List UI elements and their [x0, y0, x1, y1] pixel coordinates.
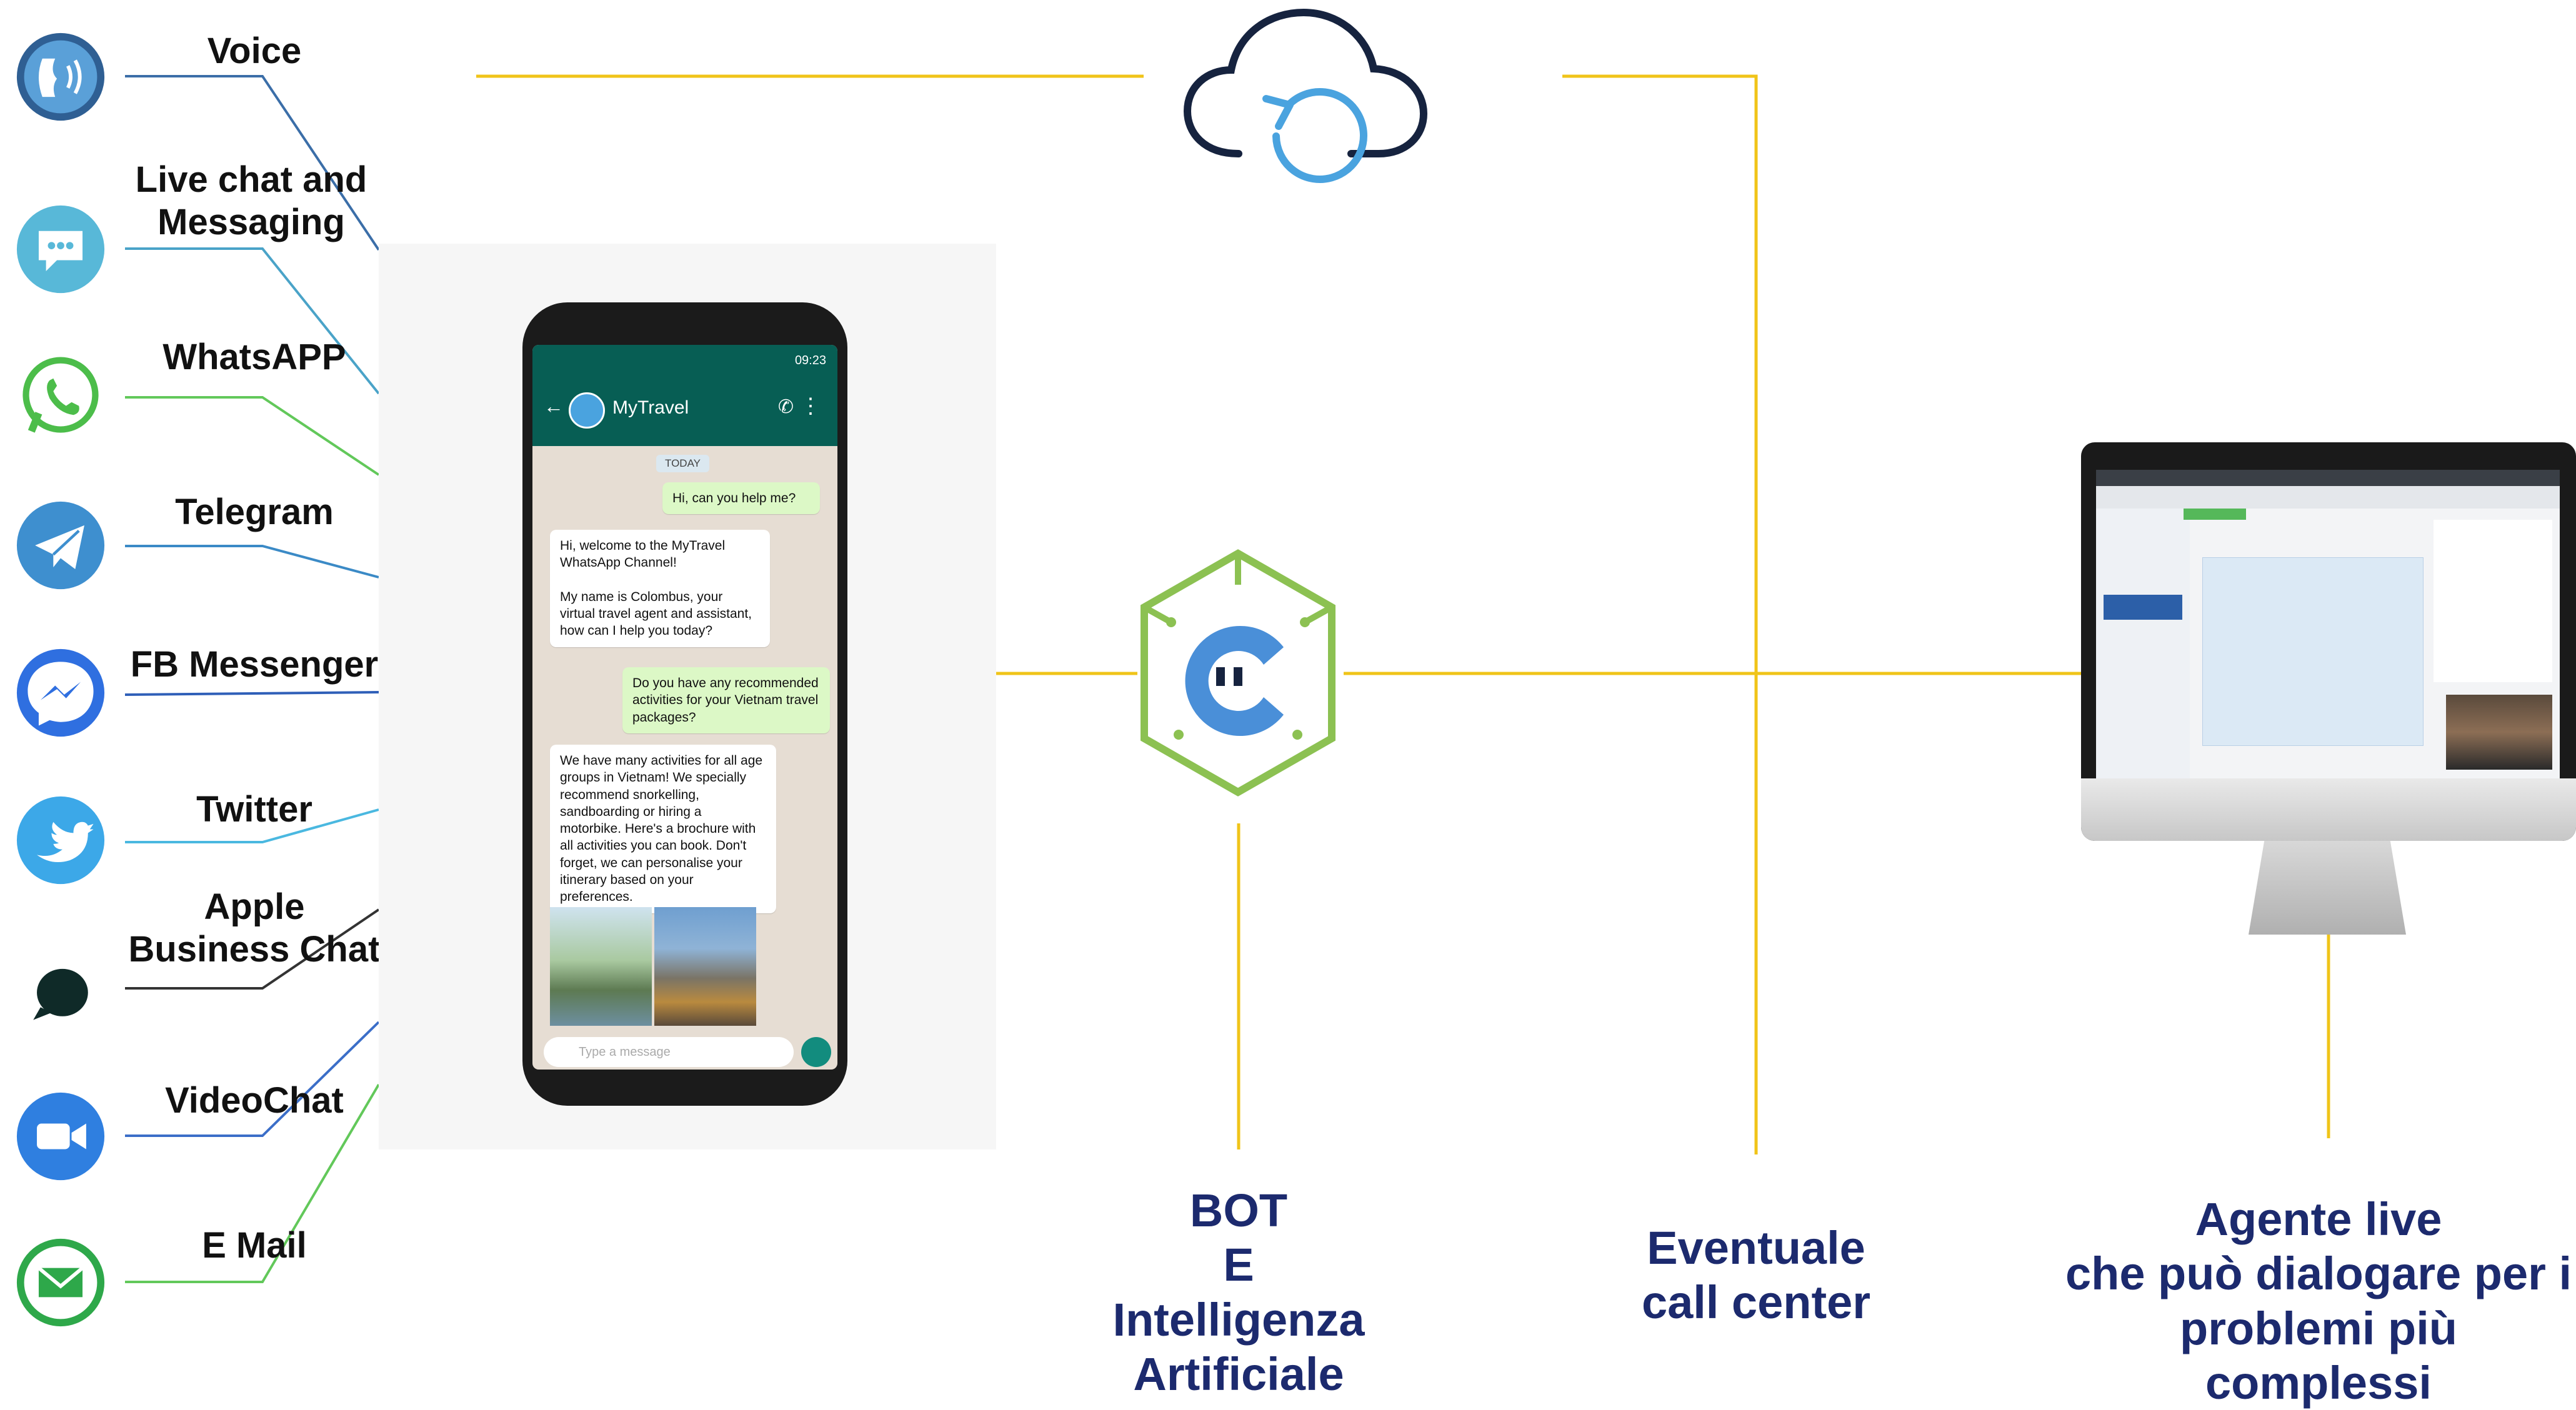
console-tabs — [2096, 486, 2560, 509]
video-call-window — [2446, 695, 2552, 770]
channel-label-whatsapp: WhatsAPP — [162, 337, 346, 377]
call-center-line2: call center — [1641, 1276, 1871, 1329]
status-bar-time: 09:23 — [794, 354, 826, 367]
customer-info-panel — [2434, 520, 2552, 682]
message-input[interactable]: Type a message — [544, 1037, 794, 1067]
email-icon — [16, 1238, 105, 1327]
agent-live-label: Agente live che può dialogare per i prob… — [2062, 1192, 2575, 1410]
call-center-label: Eventuale call center — [1600, 1221, 1912, 1330]
date-divider: TODAY — [656, 455, 709, 472]
bot-label-line3: Intelligenza — [1112, 1293, 1365, 1346]
microphone-icon[interactable] — [801, 1037, 831, 1067]
connector-messenger — [124, 691, 379, 696]
bot-logo-icon — [1141, 549, 1335, 797]
message-outgoing-2: Do you have any recommended activities f… — [622, 667, 830, 733]
browser-toolbar — [2096, 470, 2560, 486]
whatsapp-chat-screen: 09:23 ← MyTravel ✆ ⋮ TODAY Hi, can you h… — [532, 345, 837, 1070]
channel-label-livechat: Live chat and Messaging — [135, 159, 367, 243]
channel-label-messenger: FB Messenger — [130, 644, 379, 685]
twitter-icon — [16, 796, 105, 885]
whatsapp-icon — [22, 357, 99, 433]
contacts-sidebar — [2096, 509, 2190, 778]
chat-contact-name[interactable]: MyTravel — [612, 397, 689, 419]
back-arrow-icon[interactable]: ← — [544, 395, 564, 418]
channel-label-email: E Mail — [202, 1225, 307, 1266]
channel-label-twitter: Twitter — [196, 789, 312, 830]
bot-label-line2: E — [1223, 1239, 1254, 1291]
connector-whatsapp — [125, 396, 380, 476]
more-options-icon[interactable]: ⋮ — [800, 394, 821, 419]
photo-golden-bridge[interactable] — [654, 907, 756, 1026]
monitor-stand — [2249, 841, 2406, 935]
apple-business-chat-icon — [33, 968, 88, 1020]
connector-telegram — [125, 545, 379, 578]
chat-bubble-icon — [16, 205, 105, 294]
connector-top-right — [1562, 74, 1758, 1154]
cloud-sync-icon — [1183, 8, 1428, 183]
channel-label-videochat: VideoChat — [165, 1080, 344, 1121]
voice-icon — [16, 32, 105, 121]
photo-boat[interactable] — [550, 907, 652, 1026]
brochure-photos[interactable] — [550, 907, 756, 1026]
active-contact[interactable] — [2104, 595, 2182, 620]
avatar — [569, 392, 605, 429]
agent-label-line3: problemi più complessi — [2180, 1302, 2457, 1409]
message-incoming-2: We have many activities for all age grou… — [550, 745, 776, 913]
messenger-icon — [16, 648, 105, 737]
monitor-chin — [2081, 778, 2576, 841]
chat-transcript-panel — [2202, 557, 2424, 746]
phone-call-icon[interactable]: ✆ — [778, 396, 794, 418]
video-camera-icon — [16, 1092, 105, 1181]
bot-ai-label: BOT E Intelligenza Artificiale — [1089, 1183, 1389, 1401]
message-incoming-1: Hi, welcome to the MyTravel WhatsApp Cha… — [550, 530, 770, 647]
status-badge — [2184, 509, 2246, 520]
channel-label-telegram: Telegram — [175, 492, 334, 532]
agent-label-line1: Agente live — [2195, 1193, 2442, 1245]
chat-header: 09:23 ← MyTravel ✆ ⋮ — [532, 345, 837, 446]
telegram-icon — [16, 501, 105, 590]
agent-label-line2: che può dialogare per i — [2065, 1248, 2572, 1300]
agent-console-screen — [2096, 470, 2560, 778]
channel-label-voice: Voice — [207, 31, 302, 71]
bot-label-line4: Artificiale — [1133, 1348, 1344, 1400]
channel-label-apple: Apple Business Chat — [128, 886, 381, 970]
bot-label-line1: BOT — [1189, 1184, 1288, 1236]
message-outgoing-1: Hi, can you help me? — [662, 482, 820, 515]
call-center-line1: Eventuale — [1647, 1222, 1865, 1274]
